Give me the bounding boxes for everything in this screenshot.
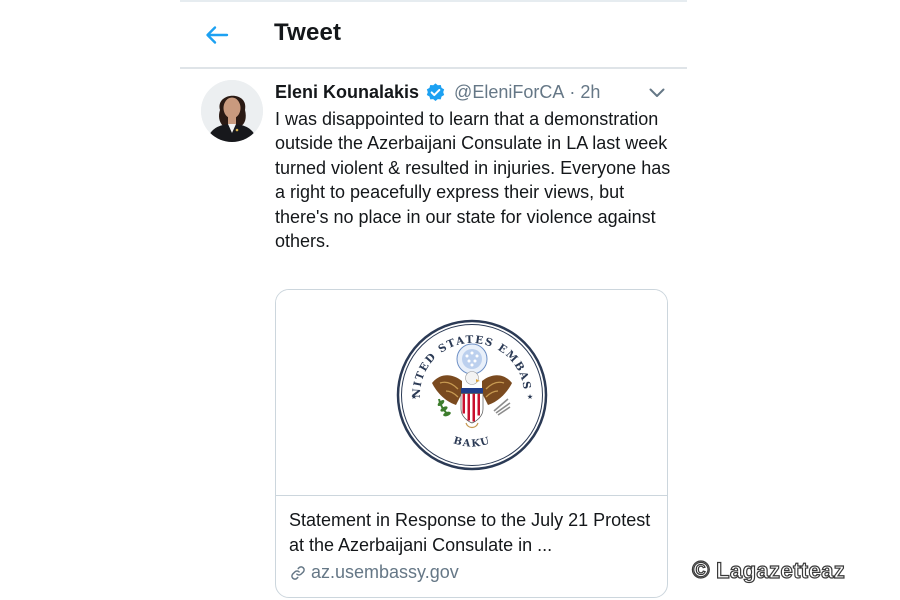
avatar[interactable] <box>201 80 263 142</box>
link-preview-card[interactable]: UNITED STATES EMBASSY BAKU ★ ★ <box>275 289 668 598</box>
card-domain: az.usembassy.gov <box>311 562 459 582</box>
tweet-detail-column: Tweet Eleni Kounalakis @EleniForCA · 2h … <box>180 0 687 600</box>
watermark: © Lagazetteaz <box>691 556 846 585</box>
profile-photo <box>201 80 263 142</box>
tweet-header: Eleni Kounalakis @EleniForCA · 2h <box>275 80 600 104</box>
card-image: UNITED STATES EMBASSY BAKU ★ ★ <box>276 290 667 496</box>
svg-text:★: ★ <box>527 393 533 401</box>
tweet-timestamp[interactable]: 2h <box>580 82 600 103</box>
meta-separator: · <box>569 81 576 102</box>
chevron-down-icon <box>649 88 665 97</box>
copyright-symbol: © <box>691 556 711 584</box>
embassy-seal: UNITED STATES EMBASSY BAKU ★ ★ <box>396 319 548 471</box>
author-name[interactable]: Eleni Kounalakis <box>275 82 419 103</box>
page-title: Tweet <box>274 19 342 46</box>
tweet-text: I was disappointed to learn that a demon… <box>275 109 671 252</box>
tweet-menu-button[interactable] <box>644 82 670 104</box>
link-icon <box>291 565 305 580</box>
svg-text:★: ★ <box>411 393 417 401</box>
author-handle[interactable]: @EleniForCA <box>454 82 564 103</box>
header-bar: Tweet <box>180 2 687 69</box>
back-button[interactable] <box>202 20 232 50</box>
arrow-left-icon <box>206 26 229 44</box>
card-title[interactable]: Statement in Response to the July 21 Pro… <box>289 508 659 557</box>
watermark-text: Lagazetteaz <box>715 557 846 583</box>
card-domain-row[interactable]: az.usembassy.gov <box>289 562 459 583</box>
verified-badge-icon <box>426 82 445 101</box>
